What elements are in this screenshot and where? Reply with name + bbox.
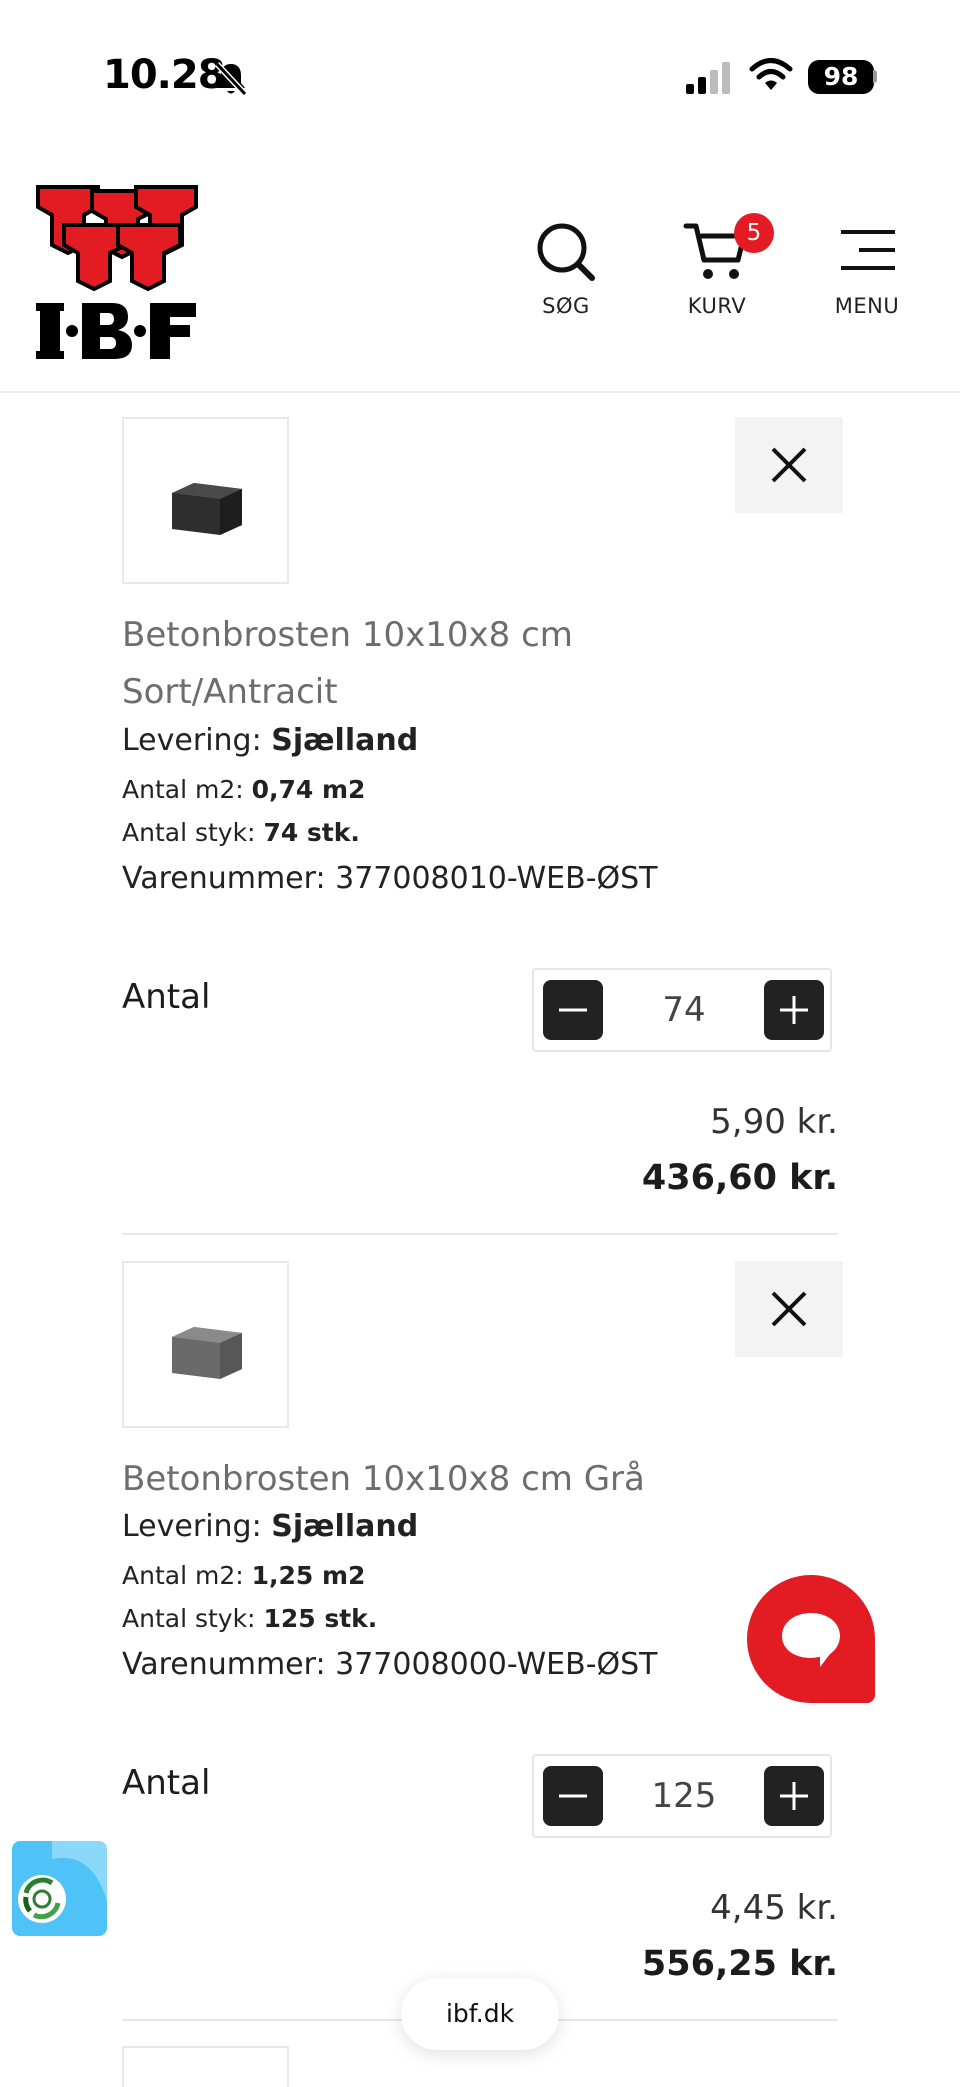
increase-quantity-button[interactable] [764, 1766, 824, 1826]
decrease-quantity-button[interactable] [543, 1766, 603, 1826]
m2-line: Antal m2: 0,74 m2 [122, 775, 365, 804]
delivery-label: Levering: [122, 1509, 262, 1544]
sku-line: Varenummer: 377008000-WEB-ØST [122, 1647, 658, 1682]
paver-stone-image [172, 483, 242, 535]
quantity-stepper: 125 [532, 1754, 832, 1838]
battery-indicator: 98 [808, 60, 874, 94]
pieces-value: 74 stk. [263, 818, 360, 847]
sku-line: Varenummer: 377008010-WEB-ØST [122, 861, 658, 896]
site-header: SØG 5 KURV MENU [0, 150, 960, 393]
ibf-logo[interactable] [34, 185, 200, 369]
quantity-input[interactable]: 125 [609, 1756, 759, 1836]
battery-cap [873, 70, 877, 83]
pieces-label: Antal styk: [122, 1604, 256, 1633]
status-bar: 10.28 98 [0, 0, 960, 150]
m2-value: 0,74 m2 [251, 775, 366, 804]
cellular-signal-icon [686, 62, 730, 94]
increase-quantity-button[interactable] [764, 980, 824, 1040]
cart-label: KURV [687, 294, 747, 318]
paver-stone-image [172, 1327, 242, 1379]
sku-label: Varenummer: [122, 861, 326, 896]
m2-value: 1,25 m2 [251, 1561, 366, 1590]
close-icon [771, 1291, 807, 1327]
decrease-quantity-button[interactable] [543, 980, 603, 1040]
chat-button[interactable] [747, 1575, 875, 1703]
status-time: 10.28 [103, 52, 226, 98]
line-total: 556,25 kr. [641, 1944, 838, 1984]
eco-badge-widget[interactable] [12, 1841, 107, 1936]
cart-button[interactable]: 5 KURV [657, 213, 777, 330]
plus-icon [780, 1782, 808, 1810]
delivery-value: Sjælland [271, 723, 419, 758]
plus-icon [780, 996, 808, 1024]
menu-button[interactable]: MENU [807, 220, 927, 330]
pieces-value: 125 stk. [263, 1604, 378, 1633]
remove-item-button[interactable] [735, 1261, 843, 1357]
product-name-link[interactable]: Betonbrosten 10x10x8 cm Sort/Antracit [122, 607, 602, 721]
quantity-label: Antal [122, 1763, 211, 1803]
search-label: SØG [542, 294, 590, 318]
delivery-line: Levering: Sjælland [122, 723, 418, 758]
m2-label: Antal m2: [122, 1561, 244, 1590]
m2-line: Antal m2: 1,25 m2 [122, 1561, 365, 1590]
quantity-label: Antal [122, 977, 211, 1017]
menu-label: MENU [834, 294, 900, 318]
quantity-stepper: 74 [532, 968, 832, 1052]
cart-item: Betonbrosten 10x10x8 cm Sort/Antracit Le… [122, 417, 843, 1235]
delivery-line: Levering: Sjælland [122, 1509, 418, 1544]
wifi-icon [749, 58, 793, 90]
product-image[interactable] [122, 417, 289, 584]
chat-bubble-icon [782, 1613, 840, 1667]
sku-value: 377008010-WEB-ØST [335, 861, 658, 896]
browser-url-bar[interactable]: ibf.dk [401, 1978, 559, 2050]
product-image[interactable] [122, 1261, 289, 1428]
bell-slash-icon [214, 61, 248, 97]
recycle-leaf-icon [18, 1841, 107, 1923]
pieces-line: Antal styk: 125 stk. [122, 1604, 377, 1633]
unit-price: 4,45 kr. [710, 1888, 838, 1928]
search-icon [537, 223, 595, 281]
ibf-logo-mark [36, 185, 198, 359]
quantity-input[interactable]: 74 [609, 970, 759, 1050]
remove-item-button[interactable] [735, 417, 843, 513]
pieces-line: Antal styk: 74 stk. [122, 818, 360, 847]
cart-count-badge: 5 [734, 213, 774, 253]
minus-icon [559, 1794, 587, 1798]
close-icon [771, 447, 807, 483]
line-total: 436,60 kr. [641, 1158, 838, 1198]
hamburger-menu-icon [841, 230, 895, 270]
m2-label: Antal m2: [122, 775, 244, 804]
delivery-value: Sjælland [271, 1509, 419, 1544]
product-name-link[interactable]: Betonbrosten 10x10x8 cm Grå [122, 1451, 722, 1508]
delivery-label: Levering: [122, 723, 262, 758]
sku-value: 377008000-WEB-ØST [335, 1647, 658, 1682]
sku-label: Varenummer: [122, 1647, 326, 1682]
search-button[interactable]: SØG [506, 220, 626, 330]
cart-item: Betonbrosten 10x10x8 cm Grå Levering: Sj… [122, 1261, 843, 2021]
unit-price: 5,90 kr. [710, 1102, 838, 1142]
minus-icon [559, 1008, 587, 1012]
product-image[interactable] [122, 2046, 289, 2087]
pieces-label: Antal styk: [122, 818, 256, 847]
